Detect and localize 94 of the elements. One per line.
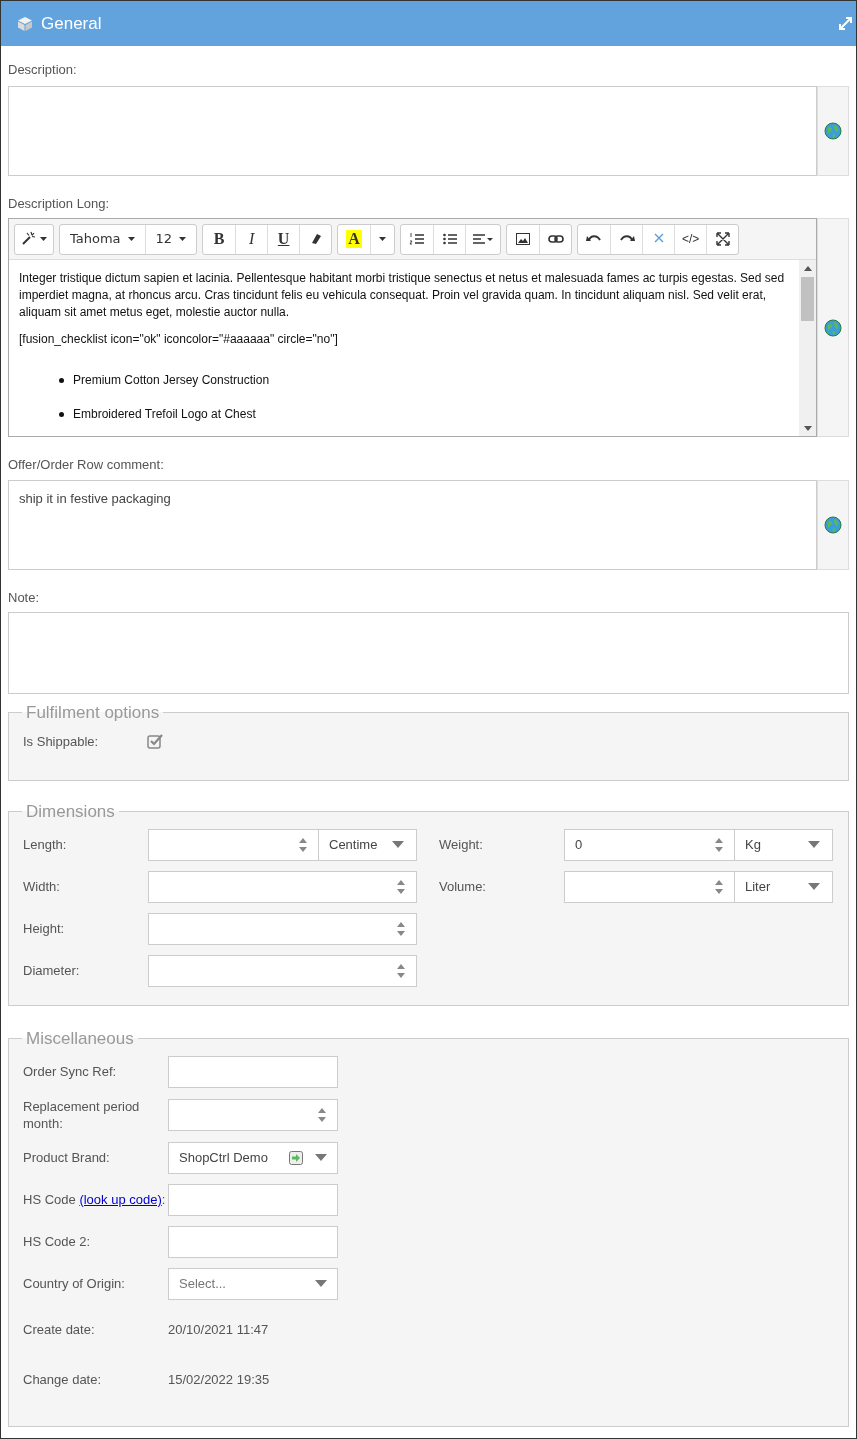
field-label: Width: bbox=[23, 877, 61, 896]
spinner-arrows-icon bbox=[396, 878, 406, 895]
field-label: Product Brand: bbox=[23, 1149, 111, 1166]
translate-sidebar[interactable] bbox=[817, 85, 849, 176]
globe-icon bbox=[824, 318, 842, 337]
spinner-arrows-icon bbox=[714, 836, 724, 853]
section-legend: Miscellaneous bbox=[22, 1026, 138, 1052]
number-input[interactable]: 0 bbox=[564, 828, 735, 861]
align-left-icon bbox=[472, 231, 495, 247]
caret-icon bbox=[379, 237, 387, 241]
fullscreen-icon bbox=[714, 231, 731, 247]
dropdown-caret-icon bbox=[808, 841, 820, 848]
text-input[interactable] bbox=[168, 1055, 338, 1088]
toolbar-button[interactable]: 12 bbox=[144, 224, 197, 254]
magic-wand-icon bbox=[21, 231, 37, 247]
caret-icon bbox=[127, 237, 135, 241]
field-label: Country of Origin: bbox=[23, 1275, 126, 1292]
field-label: Order Sync Ref: bbox=[23, 1063, 118, 1080]
list-item-text: Premium Cotton Jersey Construction bbox=[73, 372, 270, 389]
spinner-arrows-icon bbox=[298, 836, 308, 853]
section-legend: Fulfilment options bbox=[22, 700, 164, 726]
number-input[interactable] bbox=[168, 1098, 338, 1131]
dropdown-caret-icon bbox=[315, 1280, 327, 1287]
toolbar-button[interactable]: I bbox=[235, 224, 268, 254]
translate-sidebar[interactable] bbox=[817, 218, 849, 437]
number-input[interactable] bbox=[564, 870, 735, 903]
unit-select[interactable]: Kg bbox=[735, 828, 833, 861]
spinner-arrows-icon bbox=[396, 920, 406, 937]
caret-icon bbox=[40, 237, 47, 241]
toolbar-button[interactable] bbox=[14, 223, 54, 255]
number-input[interactable] bbox=[148, 954, 417, 987]
number-input[interactable] bbox=[148, 912, 417, 945]
lookup-link[interactable]: (look up code) bbox=[79, 1192, 162, 1207]
bullet-icon bbox=[59, 378, 64, 383]
unit-select[interactable]: Centime bbox=[319, 828, 417, 861]
scrollbar[interactable] bbox=[799, 260, 816, 436]
field-label: HS Code (look up code): bbox=[23, 1191, 167, 1208]
numbered-list-icon bbox=[409, 231, 426, 247]
date-value: 20/10/2021 11:47 bbox=[168, 1320, 269, 1339]
translate-sidebar[interactable] bbox=[817, 479, 849, 570]
globe-icon bbox=[824, 515, 842, 534]
field-label: Weight: bbox=[439, 835, 484, 854]
note-textarea[interactable] bbox=[8, 612, 849, 694]
toolbar-button[interactable]: Tahoma bbox=[60, 224, 145, 254]
comment-textarea[interactable]: ship it in festive packaging bbox=[8, 479, 817, 570]
field-label: Create date: bbox=[23, 1321, 96, 1338]
field-label: Height: bbox=[23, 919, 66, 938]
unit-select[interactable]: Liter bbox=[735, 870, 833, 903]
field-label: Diameter: bbox=[23, 961, 81, 980]
scroll-up-icon bbox=[803, 266, 812, 271]
editor-paragraph: [fusion_checklist icon="ok" iconcolor="#aaaaaa" circle="no"] bbox=[19, 331, 339, 348]
spinner-arrows-icon bbox=[317, 1106, 327, 1123]
dropdown-caret-icon bbox=[315, 1154, 327, 1161]
dropdown-caret-icon bbox=[392, 841, 404, 848]
bullet-list-icon bbox=[441, 231, 458, 247]
cube-icon bbox=[17, 15, 33, 32]
caret-icon bbox=[179, 237, 187, 241]
field-label: Change date: bbox=[23, 1371, 103, 1388]
dropdown-caret-icon bbox=[808, 883, 820, 890]
bullet-icon bbox=[59, 412, 64, 417]
field-label: Volume: bbox=[439, 877, 487, 896]
field-label: Replacement period month: bbox=[23, 1097, 141, 1132]
text-input[interactable] bbox=[168, 1225, 338, 1258]
brand-select[interactable]: ShopCtrl Demo bbox=[168, 1141, 338, 1174]
number-input[interactable] bbox=[148, 870, 417, 903]
toolbar-button[interactable]: B bbox=[203, 224, 236, 254]
field-label: Is Shippable: bbox=[23, 732, 100, 751]
field-label: Offer/Order Row comment: bbox=[8, 456, 165, 474]
picture-icon bbox=[515, 231, 532, 247]
spinner-arrows-icon bbox=[714, 878, 724, 895]
field-label: HS Code 2: bbox=[23, 1233, 92, 1250]
checkbox[interactable] bbox=[147, 733, 163, 750]
description-textarea[interactable] bbox=[8, 85, 817, 176]
toolbar-button[interactable]: U bbox=[267, 224, 300, 254]
expand-icon bbox=[839, 17, 852, 30]
field-label: Description: bbox=[8, 61, 78, 79]
field-label: Note: bbox=[8, 588, 41, 607]
section-legend: Dimensions bbox=[22, 799, 119, 825]
text-input[interactable] bbox=[168, 1183, 338, 1216]
country-select[interactable]: Select... bbox=[168, 1267, 338, 1300]
field-label: Length: bbox=[23, 835, 68, 854]
list-item-text: Embroidered Trefoil Logo at Chest bbox=[73, 406, 256, 423]
text-color-button[interactable]: A bbox=[338, 224, 371, 254]
scrollbar-thumb[interactable] bbox=[801, 277, 814, 321]
spinner-arrows-icon bbox=[396, 962, 406, 979]
scroll-down-icon bbox=[803, 426, 812, 431]
field-label: Description Long: bbox=[8, 194, 111, 213]
panel-title: General bbox=[41, 12, 102, 35]
date-value: 15/02/2022 19:35 bbox=[168, 1370, 270, 1389]
number-input[interactable] bbox=[148, 828, 319, 861]
toolbar-button[interactable]: </> bbox=[674, 224, 707, 254]
globe-icon bbox=[824, 121, 842, 140]
arrow-right-icon bbox=[289, 1150, 303, 1165]
editor-paragraph: Integer tristique dictum sapien et lacinia. Pellentesque habitant morbi tristique senectus et netus et malesuada fames ac turpis egestas. Sed sed imperdiet magna, at rhoncus arcu. Cras tincidunt felis eu vehicula consequat. Proin vel gravida quam. In tincidunt aliquam nisl. Sed velit erat, aliquam sit amet metus eget, molestie auctor nulla. bbox=[19, 270, 786, 321]
